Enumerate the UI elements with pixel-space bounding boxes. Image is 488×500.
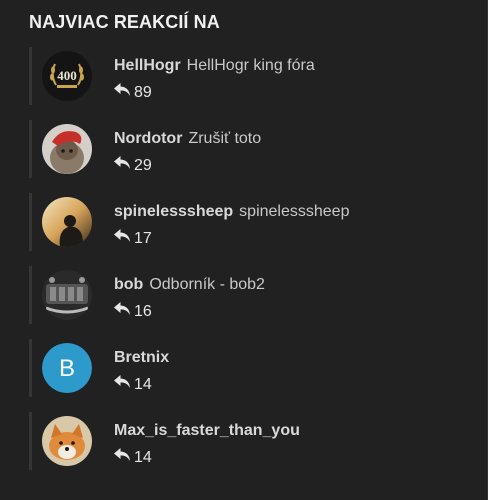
user-title: Zrušiť toto xyxy=(188,130,262,147)
user-title: spinelesssheep xyxy=(239,203,350,220)
reply-count: 14 xyxy=(114,375,152,394)
list-item: Nordotor Zrušiť toto 29 xyxy=(29,120,469,178)
reply-count-value: 14 xyxy=(134,448,152,466)
reply-count: 14 xyxy=(114,448,152,467)
reply-count: 17 xyxy=(114,229,152,248)
svg-text:400: 400 xyxy=(57,68,77,83)
avatar[interactable] xyxy=(42,416,92,466)
user-title: HellHogr king fóra xyxy=(186,57,315,74)
avatar[interactable] xyxy=(42,270,92,320)
reply-count: 89 xyxy=(114,83,152,102)
avatar[interactable] xyxy=(42,197,92,247)
reply-count-value: 29 xyxy=(134,156,152,174)
reply-count: 16 xyxy=(114,302,152,321)
list-item: B Bretnix 14 xyxy=(29,339,469,397)
user-title: Odborník - bob2 xyxy=(149,276,265,293)
username[interactable]: Bretnix xyxy=(114,349,169,366)
avatar-letter: B xyxy=(59,355,75,382)
username[interactable]: Max_is_faster_than_you xyxy=(114,422,300,439)
avatar[interactable]: 400 xyxy=(42,51,92,101)
reply-icon xyxy=(114,375,131,394)
reply-count-value: 14 xyxy=(134,375,152,393)
list-item: spinelesssheep spinelesssheep 17 xyxy=(29,193,469,251)
reply-count: 29 xyxy=(114,156,152,175)
reply-icon xyxy=(114,83,131,102)
reply-icon xyxy=(114,156,131,175)
reply-icon xyxy=(114,302,131,321)
reply-icon xyxy=(114,229,131,248)
top-replies-panel: NAJVIAC REAKCIÍ NA 400 HellHogrHellHogr xyxy=(0,0,488,500)
avatar[interactable]: B xyxy=(42,343,92,393)
list-item: Max_is_faster_than_you 14 xyxy=(29,412,469,470)
username[interactable]: HellHogr xyxy=(114,57,181,74)
reply-icon xyxy=(114,448,131,467)
list-item: 400 HellHogr HellHogr king fóra 89 xyxy=(29,47,469,105)
reply-count-value: 16 xyxy=(134,302,152,320)
panel-title: NAJVIAC REAKCIÍ NA xyxy=(29,12,220,32)
username[interactable]: Nordotor xyxy=(114,130,182,147)
username[interactable]: bob xyxy=(114,276,143,293)
reply-count-value: 17 xyxy=(134,229,152,247)
avatar[interactable] xyxy=(42,124,92,174)
username[interactable]: spinelesssheep xyxy=(114,203,233,220)
reply-count-value: 89 xyxy=(134,83,152,101)
user-list: 400 HellHogr HellHogr king fóra 89 Nordo… xyxy=(29,47,469,470)
list-item: bob Odborník - bob2 16 xyxy=(29,266,469,324)
